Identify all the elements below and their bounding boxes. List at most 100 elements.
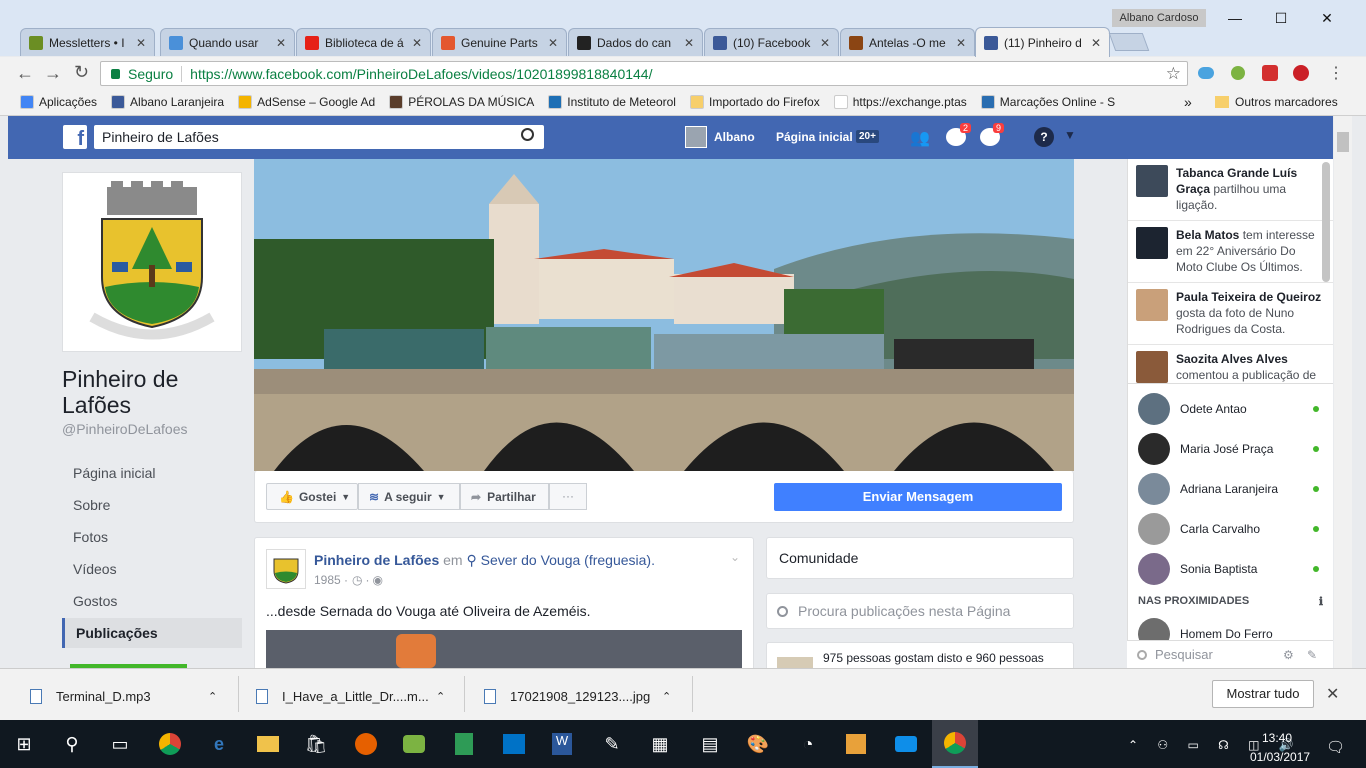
word-icon[interactable]: W [546, 728, 578, 760]
chrome-active-taskbar-icon[interactable] [932, 720, 978, 768]
facebook-search-input[interactable]: Pinheiro de Lafões [94, 125, 544, 149]
ticker-scrollbar[interactable] [1322, 162, 1330, 282]
info-icon[interactable]: ℹ [1319, 595, 1323, 608]
edge-taskbar-icon[interactable]: e [203, 728, 235, 760]
ticker-item[interactable]: Tabanca Grande Luís Graça partilhou uma … [1128, 159, 1333, 221]
firefox-taskbar-icon[interactable] [350, 728, 382, 760]
page-search-box[interactable]: Procura publicações nesta Página [766, 593, 1074, 629]
chat-contact[interactable]: Adriana Laranjeira [1128, 469, 1333, 509]
post-author-link[interactable]: Pinheiro de Lafões [314, 552, 439, 568]
download-chevron-up-icon[interactable]: ⌃ [208, 690, 217, 703]
bookmark-item[interactable]: PÉROLAS DA MÚSICA [389, 95, 534, 109]
close-tab-icon[interactable]: ✕ [956, 36, 966, 50]
settings-gear-icon[interactable]: ⚙ [1283, 648, 1294, 662]
download-extension-icon[interactable] [1231, 66, 1245, 80]
browser-tab[interactable]: Messletters • I ✕ [20, 28, 155, 56]
community-card[interactable]: Comunidade [766, 537, 1074, 579]
media-player-icon[interactable] [840, 728, 872, 760]
chrome-taskbar-icon[interactable] [154, 728, 186, 760]
download-item[interactable]: 17021908_129123....jpg ⌃ [484, 687, 671, 705]
close-tab-icon[interactable]: ✕ [136, 36, 146, 50]
bookmark-star-icon[interactable]: ☆ [1166, 64, 1181, 84]
chat-search[interactable]: Pesquisar ⚙ ✎ [1127, 640, 1333, 668]
maximize-button[interactable]: ☐ [1258, 10, 1304, 30]
bookmark-item[interactable]: Aplicações [20, 95, 97, 109]
post-location-link[interactable]: Sever do Vouga (freguesia). [481, 552, 655, 568]
close-tab-icon[interactable]: ✕ [1091, 36, 1101, 50]
page-scrollbar[interactable] [1334, 116, 1352, 668]
browser-tab[interactable]: Dados do can ✕ [568, 28, 703, 56]
page-handle[interactable]: @PinheiroDeLafoes [62, 421, 188, 437]
download-chevron-up-icon[interactable]: ⌃ [436, 690, 445, 703]
post-options-chevron-icon[interactable]: ⌄ [730, 550, 740, 564]
close-tab-icon[interactable]: ✕ [820, 36, 830, 50]
menu-icon[interactable]: ⋮ [1328, 63, 1344, 83]
browser-tab[interactable]: Biblioteca de á ✕ [296, 28, 431, 56]
reload-icon[interactable]: ↻ [74, 62, 89, 83]
browser-tab[interactable]: Genuine Parts ✕ [432, 28, 567, 56]
calculator-icon[interactable]: ▦ [644, 728, 676, 760]
friend-requests-icon[interactable]: 👥 [910, 128, 932, 147]
post-video[interactable] [266, 630, 742, 668]
page-nav-item[interactable]: Página inicial [62, 458, 242, 488]
ticker-item[interactable]: Paula Teixeira de Queiroz gosta da foto … [1128, 283, 1333, 345]
bookmark-item[interactable]: Marcações Online - S [980, 95, 1115, 109]
chat-contact[interactable]: Odete Antao [1128, 389, 1333, 429]
close-window-button[interactable]: ✕ [1304, 10, 1350, 30]
new-tab-button[interactable] [1108, 33, 1150, 51]
help-icon[interactable]: ? [1034, 127, 1054, 147]
pinterest-icon[interactable] [1293, 65, 1309, 81]
address-bar[interactable]: Seguro https:// www.facebook.com /Pinhei… [100, 61, 1188, 86]
clock-date[interactable]: 01/03/2017 [1250, 750, 1310, 764]
app-green-icon[interactable] [398, 728, 430, 760]
home-link[interactable]: Página inicial [776, 130, 853, 144]
windows-start-icon[interactable]: ⊞ [8, 728, 40, 760]
page-nav-item[interactable]: Gostos [62, 586, 242, 616]
editor-icon[interactable]: ✎ [596, 728, 628, 760]
send-message-button[interactable]: Enviar Mensagem [774, 483, 1062, 511]
store-icon[interactable]: 🛍 [300, 728, 332, 760]
browser-tab[interactable]: (10) Facebook ✕ [704, 28, 839, 56]
follow-button[interactable]: ≋ A seguir ▼ [358, 483, 460, 510]
clock-time[interactable]: 13:40 [1262, 731, 1292, 745]
user-name[interactable]: Albano [714, 130, 755, 144]
outlook-icon[interactable] [498, 728, 530, 760]
task-view-icon[interactable]: ▭ [104, 728, 136, 760]
user-avatar[interactable] [685, 126, 707, 148]
scrollbar-thumb[interactable] [1337, 132, 1349, 152]
list-app-icon[interactable]: ▤ [694, 728, 726, 760]
red-extension-icon[interactable] [1262, 65, 1278, 81]
browser-tab[interactable]: (11) Pinheiro d ✕ [975, 27, 1110, 57]
post-author-avatar[interactable] [266, 549, 306, 589]
chat-contact[interactable]: Sonia Baptista [1128, 549, 1333, 589]
paint-icon[interactable]: 🎨 [742, 728, 774, 760]
show-all-downloads-button[interactable]: Mostrar tudo [1212, 680, 1314, 708]
ticker-item[interactable]: Bela Matos tem interesse em 22° Aniversá… [1128, 221, 1333, 283]
forward-icon[interactable]: → [44, 63, 62, 84]
page-nav-item[interactable]: Fotos [62, 522, 242, 552]
action-center-icon[interactable]: 🗨 [1326, 738, 1345, 756]
notebook-icon[interactable] [448, 728, 480, 760]
page-nav-item[interactable]: Sobre [62, 490, 242, 520]
close-tab-icon[interactable]: ✕ [276, 36, 286, 50]
more-options-button[interactable]: ··· [549, 483, 587, 510]
minimize-button[interactable]: — [1212, 10, 1258, 30]
close-tab-icon[interactable]: ✕ [548, 36, 558, 50]
close-tab-icon[interactable]: ✕ [684, 36, 694, 50]
other-bookmarks[interactable]: Outros marcadores [1215, 95, 1338, 109]
teamviewer-icon[interactable] [890, 728, 922, 760]
chat-contact[interactable]: Carla Carvalho [1128, 509, 1333, 549]
facebook-logo-icon[interactable]: f [63, 125, 87, 149]
file-explorer-icon[interactable] [252, 728, 284, 760]
download-item[interactable]: I_Have_a_Little_Dr....m... ⌃ [256, 687, 445, 705]
download-item[interactable]: Terminal_D.mp3 ⌃ [30, 687, 217, 705]
share-button[interactable]: ➦ Partilhar [460, 483, 549, 510]
cloud-extension-icon[interactable] [1198, 67, 1214, 79]
cover-photo[interactable] [254, 159, 1074, 471]
bookmark-item[interactable]: AdSense – Google Ad [238, 95, 375, 109]
download-chevron-up-icon[interactable]: ⌃ [662, 690, 671, 703]
bookmark-item[interactable]: Instituto de Meteorol [548, 95, 676, 109]
bookmark-item[interactable]: Albano Laranjeira [111, 95, 224, 109]
close-downloads-icon[interactable]: ✕ [1326, 684, 1339, 704]
bookmarks-more[interactable]: » [1184, 94, 1192, 110]
